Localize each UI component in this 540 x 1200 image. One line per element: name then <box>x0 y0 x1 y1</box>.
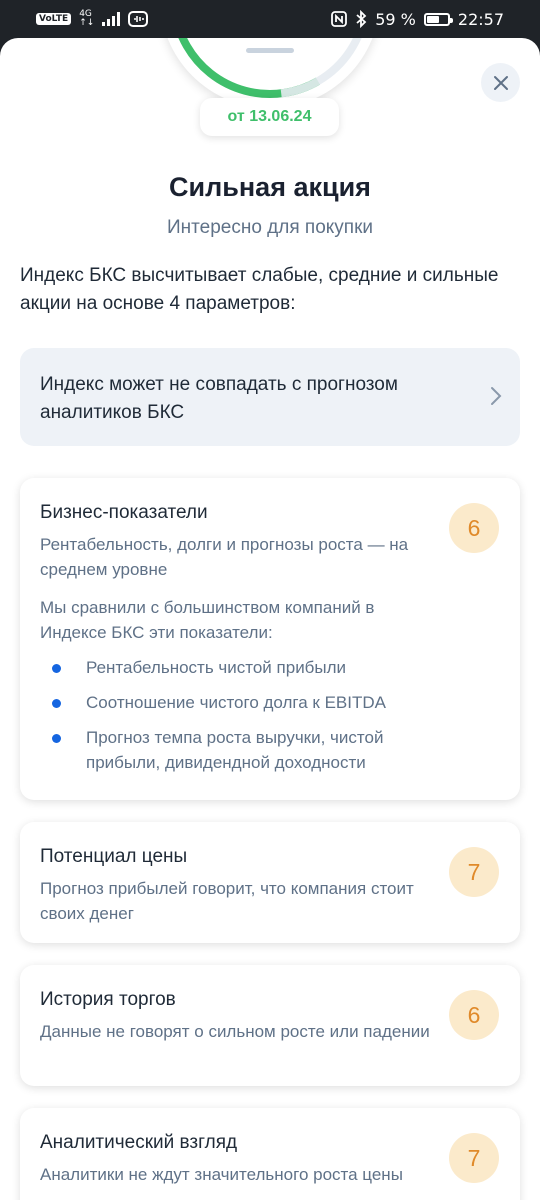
criteria-list: Рентабельность чистой прибыли Соотношени… <box>40 655 430 775</box>
status-bar: VoLTE 4G ↑↓ 59 % 22:57 <box>0 0 540 38</box>
bullet-dot <box>52 734 61 743</box>
network-activity: ↑↓ <box>79 18 95 28</box>
criteria-card-analyst-view[interactable]: Аналитический взгляд Аналитики не ждут з… <box>20 1108 520 1200</box>
list-item: Соотношение чистого долга к EBITDA <box>40 690 426 715</box>
criteria-title: Аналитический взгляд <box>40 1132 238 1153</box>
criteria-description: Аналитики не ждут значительного роста це… <box>40 1165 403 1184</box>
criteria-card-business[interactable]: Бизнес-показатели Рентабельность, долги … <box>20 478 520 800</box>
criteria-card-price-potential[interactable]: Потенциал цены Прогноз прибылей говорит,… <box>20 822 520 943</box>
close-button[interactable] <box>481 63 520 102</box>
score-badge: 6 <box>449 503 499 553</box>
battery-fill <box>426 15 439 23</box>
forecast-disclaimer-card[interactable]: Индекс может не совпадать с прогнозом ан… <box>20 348 520 446</box>
criteria-description: Данные не говорят о сильном росте или па… <box>40 1022 430 1041</box>
intro-text: Индекс БКС высчитывает слабые, средние и… <box>20 265 499 314</box>
status-right: 59 % 22:57 <box>331 10 504 29</box>
gauge-divider <box>246 48 294 53</box>
bullet-dot <box>52 699 61 708</box>
page-subtitle: Интересно для покупки <box>166 217 373 238</box>
bluetooth-icon <box>356 10 367 28</box>
criteria-title: Потенциал цены <box>40 846 188 867</box>
page-title: Сильная акция <box>169 172 371 202</box>
list-item: Рентабельность чистой прибыли <box>40 655 426 680</box>
criteria-description: Прогноз прибылей говорит, что компания с… <box>40 879 414 923</box>
score-badge: 7 <box>449 1133 499 1183</box>
score-badge: 7 <box>449 847 499 897</box>
status-left: VoLTE 4G ↑↓ <box>36 10 149 28</box>
criteria-card-trading-history[interactable]: История торгов Данные не говорят о сильн… <box>20 965 520 1086</box>
bottom-sheet: от 13.06.24 Сильная акция Интересно для … <box>0 38 540 1200</box>
date-badge: от 13.06.24 <box>200 98 339 136</box>
hotspot-icon <box>128 11 149 27</box>
nfc-icon <box>331 11 348 27</box>
bullet-dot <box>52 664 61 673</box>
chevron-right-icon <box>491 387 502 405</box>
score-badge: 6 <box>449 990 499 1040</box>
network-type: 4G ↑↓ <box>79 10 94 28</box>
disclaimer-text: Индекс может не совпадать с прогнозом ан… <box>40 374 398 423</box>
list-item: Прогноз темпа роста выручки, чистой приб… <box>40 725 426 775</box>
volte-badge: VoLTE <box>36 13 72 25</box>
criteria-title: Бизнес-показатели <box>40 502 208 523</box>
criteria-description: Рентабельность, долги и прогнозы роста —… <box>40 535 409 579</box>
signal-icon <box>102 12 121 26</box>
criteria-title: История торгов <box>40 989 176 1010</box>
battery-percent: 59 % <box>375 9 416 29</box>
clock: 22:57 <box>457 9 504 29</box>
close-icon <box>493 75 508 90</box>
battery-icon <box>423 12 453 26</box>
criteria-note: Мы сравнили с большинством компаний в Ин… <box>40 598 375 642</box>
